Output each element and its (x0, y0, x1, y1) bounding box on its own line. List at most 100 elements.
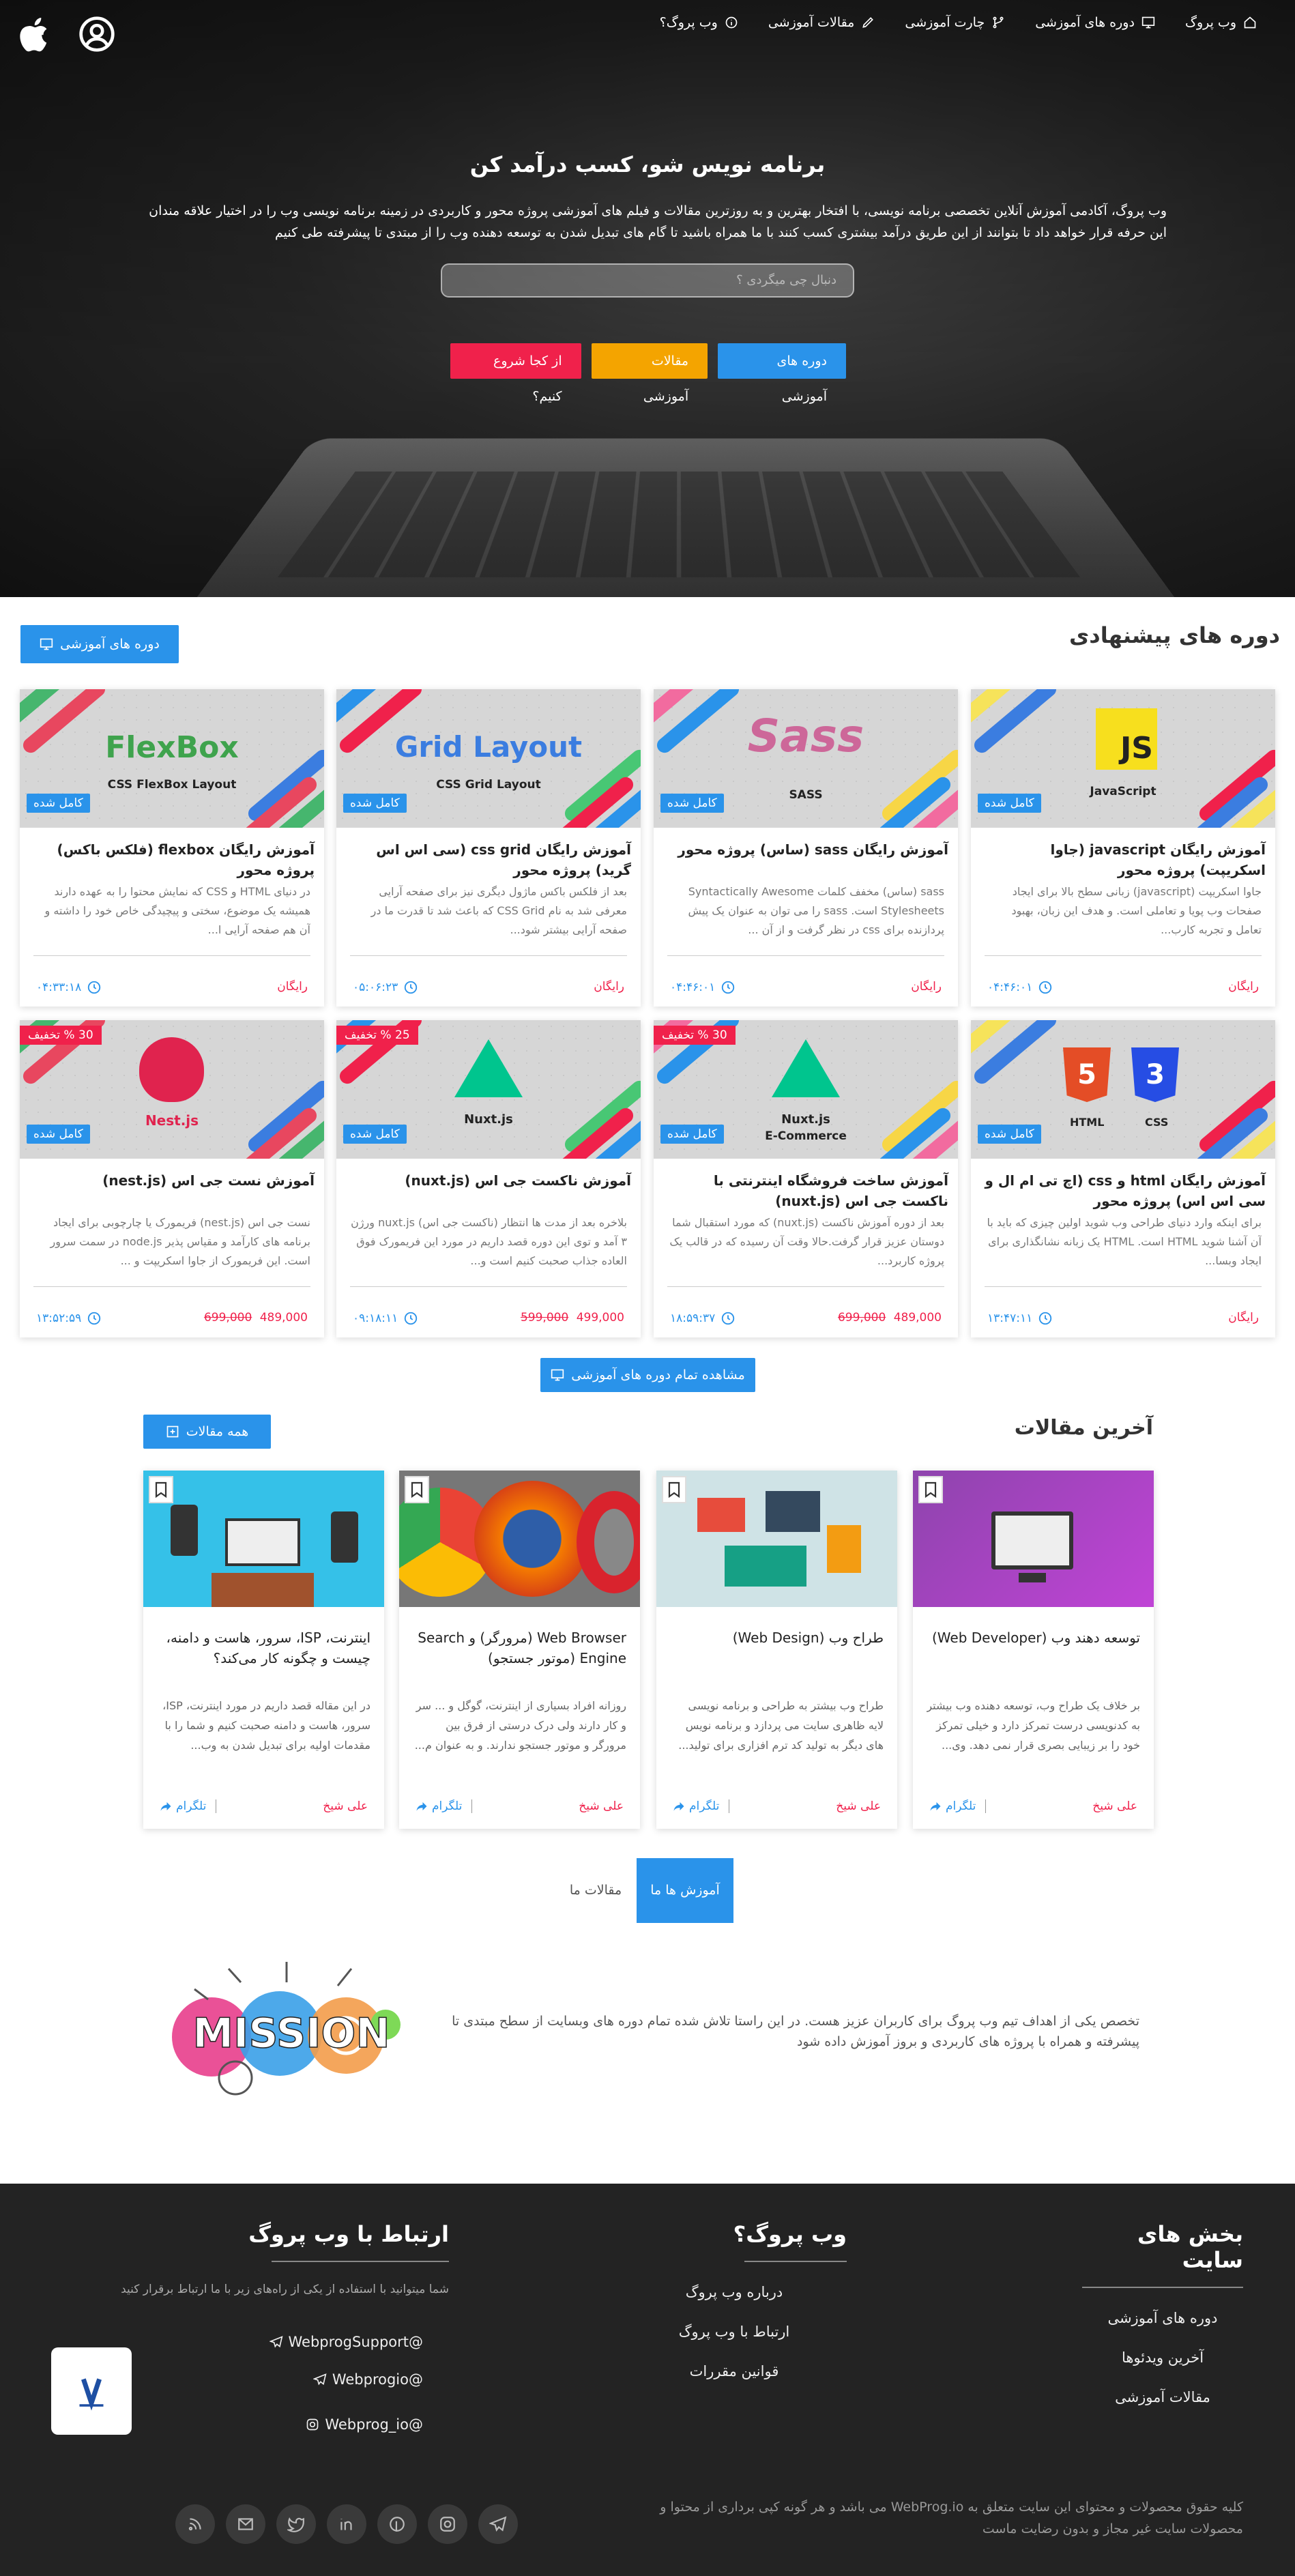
instagram-link[interactable]: Webprog_io@ (259, 2402, 423, 2447)
completed-badge: کامل شده (660, 794, 724, 813)
course-title[interactable]: آموزش نست جی اس (nest.js) (29, 1170, 315, 1191)
article-title[interactable]: طراح وب (Web Design) (670, 1627, 884, 1648)
telegram-channel-link[interactable]: Webprogio@ (259, 2357, 423, 2402)
course-title[interactable]: آموزش رایگان css grid (سی اس اس گرید) پر… (346, 839, 631, 880)
article-image[interactable] (143, 1471, 384, 1607)
all-articles-button[interactable]: همه مقالات (143, 1415, 271, 1449)
start-guide-button[interactable]: از کجا شروع کنیم؟ (450, 343, 581, 404)
course-image[interactable]: 5 3 HTML CSS کامل شده (971, 1020, 1275, 1159)
clock-icon (405, 1312, 418, 1325)
footer-link-courses[interactable]: دوره های آموزشی (1082, 2310, 1243, 2326)
view-all-courses-button[interactable]: مشاهده تمام دوره های آموزشی (540, 1358, 755, 1392)
telegram-button[interactable] (478, 2504, 518, 2544)
nav-item-chart[interactable]: چارت آموزشی (905, 15, 1005, 30)
telegram-share-link[interactable]: تلگرام (929, 1799, 987, 1813)
enamad-badge[interactable] (51, 2347, 132, 2435)
course-title[interactable]: آموزش رایگان flexbox (فلکس باکس) پروژه م… (29, 839, 315, 880)
telegram-support-link[interactable]: WebprogSupport@ (259, 2327, 423, 2357)
article-card[interactable]: اینترنت، ISP، سرور، هاست و دامنه، چیست و… (143, 1471, 384, 1829)
share-icon (416, 1802, 427, 1811)
hero-buttons: دوره های آموزشی مقالات آموزشی از کجا شرو… (450, 343, 846, 404)
footer-copyright: کلیه حقوق محصولات و محتوای این سایت متعل… (660, 2500, 1243, 2536)
bookmark-button[interactable] (149, 1476, 173, 1503)
course-card[interactable]: Nuxt.js 25 % تخفیف کامل شده آموزش ناکست ج… (336, 1020, 641, 1337)
email-button[interactable] (226, 2504, 265, 2544)
footer-link-videos[interactable]: آخرین ویدئوها (1082, 2349, 1243, 2366)
course-duration: ۱۸:۵۹:۳۷ (670, 1311, 736, 1326)
completed-badge: کامل شده (343, 794, 407, 813)
clock-icon (405, 981, 418, 994)
courses-button[interactable]: دوره های آموزشی (718, 343, 846, 404)
course-image[interactable]: Nuxt.js E-Commerce 30 % تخفیف کامل شده (654, 1020, 958, 1159)
article-author[interactable]: علی شیخ (579, 1799, 624, 1813)
course-image[interactable]: Nest.js 30 % تخفیف کامل شده (20, 1020, 324, 1159)
linkedin-button[interactable] (327, 2504, 366, 2544)
nav-item-courses[interactable]: دوره های آموزشی (1035, 15, 1155, 30)
grid-layout-logo: Grid Layout (394, 730, 583, 764)
pinterest-button[interactable] (377, 2504, 417, 2544)
article-author[interactable]: علی شیخ (323, 1799, 368, 1813)
search-input[interactable]: دنبال چی میگردی ؟ (441, 263, 854, 298)
course-card[interactable]: Nuxt.js E-Commerce 30 % تخفیف کامل شده آمو… (654, 1020, 958, 1337)
course-image[interactable]: Nuxt.js 25 % تخفیف کامل شده (336, 1020, 641, 1159)
old-price: 699,000 (203, 1311, 252, 1325)
rss-icon (188, 2518, 201, 2531)
telegram-share-link[interactable]: تلگرام (160, 1799, 217, 1813)
article-image[interactable] (913, 1471, 1154, 1607)
articles-section-title: آخرین مقالات (1014, 1416, 1153, 1440)
course-card[interactable]: FlexBox CSS FlexBox Layout کامل شده آموزش… (20, 689, 324, 1007)
footer-link-articles[interactable]: مقالات آموزشی (1082, 2389, 1243, 2405)
course-title[interactable]: آموزش رایگان sass (ساس) پروژه محور (663, 839, 948, 860)
rss-button[interactable] (175, 2504, 215, 2544)
articles-button[interactable]: مقالات آموزشی (591, 343, 708, 404)
telegram-share-link[interactable]: تلگرام (673, 1799, 730, 1813)
footer-contact-links: WebprogSupport@ Webprogio@ Webprog_io@ (259, 2327, 423, 2447)
monitor-icon (40, 638, 53, 650)
article-card[interactable]: Web Browser (مرورگر) و Search Engine (مو… (399, 1471, 640, 1829)
footer-link-about[interactable]: درباره وب پروگ (622, 2284, 847, 2300)
course-card[interactable]: 5 3 HTML CSS کامل شده آموزش رایگان html و… (971, 1020, 1275, 1337)
course-title[interactable]: آموزش ناکست جی اس (nuxt.js) (346, 1170, 631, 1191)
course-image[interactable]: Grid Layout CSS Grid Layout کامل شده (336, 689, 641, 828)
discount-badge: 30 % تخفیف (20, 1026, 102, 1045)
instagram-button[interactable] (428, 2504, 467, 2544)
hero-section: وب پروگ دوره های آموزشی چارت آموزشی مقال… (0, 0, 1295, 597)
course-image[interactable]: FlexBox CSS FlexBox Layout کامل شده (20, 689, 324, 828)
course-image[interactable]: JS JavaScript کامل شده (971, 689, 1275, 828)
footer-col-about: وب پروگ؟ درباره وب پروگ ارتباط با وب پرو… (622, 2221, 847, 2379)
course-image[interactable]: Sass SASS کامل شده (654, 689, 958, 828)
nav-item-home[interactable]: وب پروگ (1185, 15, 1257, 30)
article-author[interactable]: علی شیخ (1092, 1799, 1137, 1813)
course-title[interactable]: آموزش ساخت فروشگاه اینترنتی با ناکست جی … (663, 1170, 948, 1211)
article-title[interactable]: اینترنت، ISP، سرور، هاست و دامنه، چیست و… (157, 1627, 370, 1668)
footer-col-title: بخش های سایت (1137, 2221, 1243, 2273)
all-courses-header-button[interactable]: دوره های آموزشی (20, 625, 179, 663)
course-title[interactable]: آموزش رایگان javascript (جاوا اسکریپت) پ… (980, 839, 1266, 880)
tab-our-articles[interactable]: مقالات ما (558, 1858, 633, 1923)
footer-link-rules[interactable]: قوانین مقررات (622, 2363, 847, 2379)
telegram-share-link[interactable]: تلگرام (416, 1799, 473, 1813)
nav-item-about[interactable]: وب پروگ؟ (660, 15, 738, 30)
course-card[interactable]: Nest.js 30 % تخفیف کامل شده آموزش نست جی … (20, 1020, 324, 1337)
article-title[interactable]: توسعه دهند وب (Web Developer) (927, 1627, 1140, 1648)
article-author[interactable]: علی شیخ (836, 1799, 881, 1813)
bookmark-button[interactable] (918, 1476, 943, 1503)
bookmark-button[interactable] (662, 1476, 686, 1503)
course-card[interactable]: JS JavaScript کامل شده آموزش رایگان javas… (971, 689, 1275, 1007)
article-card[interactable]: طراح وب (Web Design) طراح وب بیشتر به طر… (656, 1471, 897, 1829)
twitter-button[interactable] (276, 2504, 316, 2544)
user-account-icon[interactable] (78, 14, 116, 55)
course-card[interactable]: Sass SASS کامل شده آموزش رایگان sass (ساس… (654, 689, 958, 1007)
apple-logo-icon[interactable] (16, 14, 55, 55)
article-title[interactable]: Web Browser (مرورگر) و Search Engine (مو… (413, 1627, 626, 1668)
course-card[interactable]: Grid Layout CSS Grid Layout کامل شده آموز… (336, 689, 641, 1007)
footer-link-contact[interactable]: ارتباط با وب پروگ (622, 2324, 847, 2340)
article-image[interactable] (399, 1471, 640, 1607)
article-card[interactable]: توسعه دهند وب (Web Developer) بر خلاف یک… (913, 1471, 1154, 1829)
tab-our-courses[interactable]: آموزش ها ما (637, 1858, 733, 1923)
course-title[interactable]: آموزش رایگان html و css (اچ تی ام ال و س… (980, 1170, 1266, 1211)
clock-icon (1039, 981, 1052, 994)
article-image[interactable] (656, 1471, 897, 1607)
nav-item-articles[interactable]: مقالات آموزشی (768, 15, 875, 30)
bookmark-button[interactable] (405, 1476, 429, 1503)
